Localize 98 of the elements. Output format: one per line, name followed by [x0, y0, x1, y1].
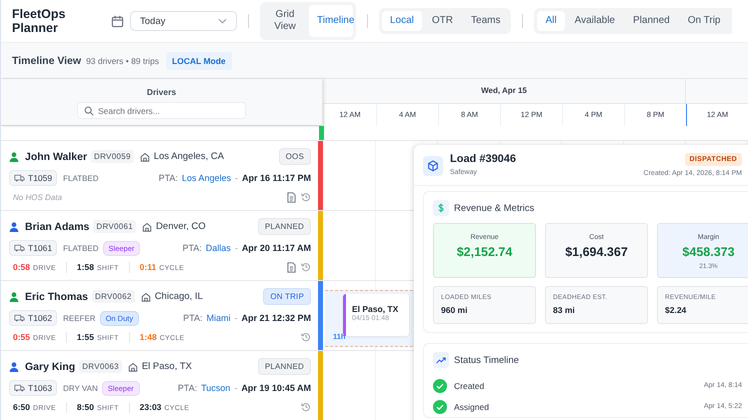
- separator: -: [234, 383, 238, 393]
- dollar-icon: [433, 200, 449, 216]
- hos-value: 0:55: [13, 332, 30, 342]
- mode-tab[interactable]: OTR: [424, 11, 462, 31]
- equipment-type: FLATBED: [63, 244, 99, 252]
- driver-name: Brian Adams: [25, 220, 90, 232]
- driver-id: DRV0062: [92, 290, 135, 303]
- hos-value: 1:58: [76, 262, 94, 272]
- status-filter-tab[interactable]: All: [537, 11, 565, 31]
- history-icon[interactable]: [301, 192, 312, 202]
- history-icon[interactable]: [301, 262, 312, 272]
- truck-number: T1062: [28, 313, 52, 323]
- pta-label: PTA:: [158, 173, 178, 183]
- app-title: FleetOps Planner: [12, 7, 66, 35]
- view-tab[interactable]: Grid View: [263, 5, 307, 37]
- home-icon: [140, 292, 151, 302]
- status-filter-tab[interactable]: Available: [566, 11, 623, 31]
- metric-value: $1,694.367: [565, 245, 628, 259]
- hos-value: 0:58: [13, 262, 30, 272]
- event-label: Created: [454, 380, 484, 390]
- home-city: Denver, CO: [156, 221, 206, 232]
- date-select[interactable]: Today: [130, 11, 237, 31]
- load-title: Load #39046: [450, 153, 516, 165]
- hos-value: 1:48: [140, 332, 157, 342]
- pta-time: Apr 16 11:17 PM: [242, 173, 312, 183]
- date-heading: Wed, Apr 15: [323, 79, 686, 103]
- hos-value: 6:50: [13, 402, 30, 412]
- history-icon[interactable]: [301, 402, 312, 412]
- hos-value: 23:03: [140, 402, 162, 412]
- truck-number: T1059: [28, 173, 52, 183]
- section-title: Revenue & Metrics: [454, 202, 534, 214]
- truck-icon: [14, 174, 25, 182]
- metric-value: $458.373: [682, 245, 735, 259]
- status-badge: PLANNED: [258, 218, 312, 235]
- history-icon[interactable]: [301, 332, 312, 342]
- separator: -: [234, 313, 238, 323]
- pta-city-link[interactable]: Dallas: [206, 243, 231, 253]
- equipment-type: DRY VAN: [63, 384, 98, 392]
- view-tab[interactable]: Timeline: [309, 5, 353, 37]
- truck-icon: [14, 314, 25, 322]
- mode-tab[interactable]: Local: [382, 11, 422, 31]
- hos-value: 8:50: [76, 402, 94, 412]
- mode-tab[interactable]: Teams: [463, 11, 508, 31]
- hos-value: 0:11: [140, 262, 156, 272]
- pta-time: Apr 20 11:17 AM: [242, 243, 312, 253]
- status-badge: ON TRIP: [263, 288, 312, 305]
- mode-badge: LOCAL Mode: [166, 52, 232, 70]
- separator: -: [234, 173, 238, 183]
- pta-city-link[interactable]: Tucson: [201, 383, 230, 393]
- truck-number: T1061: [28, 243, 52, 253]
- pta-time: Apr 19 10:45 AM: [241, 383, 312, 393]
- search-icon: [84, 106, 94, 116]
- pta-label: PTA:: [178, 383, 198, 393]
- home-icon: [128, 362, 138, 372]
- stat-value: $2.24: [665, 305, 688, 315]
- driver-id: DRV0059: [91, 150, 134, 163]
- separator: -: [234, 243, 238, 253]
- home-icon: [140, 152, 150, 162]
- home-city: Chicago, IL: [154, 291, 203, 302]
- status-badge: PLANNED: [258, 358, 312, 375]
- summary-counts: 93 drivers • 89 trips: [86, 56, 159, 66]
- pta-city-link[interactable]: Los Angeles: [182, 173, 231, 183]
- driver-name: Gary King: [25, 360, 76, 372]
- chevron-down-icon: [218, 18, 227, 24]
- status-filter-tab[interactable]: Planned: [625, 11, 678, 31]
- stat-value: 960 mi: [441, 305, 468, 315]
- event-label: Assigned: [454, 402, 489, 412]
- pta-label: PTA:: [183, 313, 202, 323]
- pta-time: Apr 21 12:32 PM: [241, 313, 312, 323]
- pta-city-link[interactable]: Miami: [206, 313, 230, 323]
- hos-value: 1:55: [76, 332, 94, 342]
- home-city: Los Angeles, CA: [154, 151, 224, 162]
- driver-name: John Walker: [25, 150, 88, 162]
- driver-id: DRV0063: [79, 360, 122, 373]
- truck-icon: [14, 384, 25, 392]
- truck-number: T1063: [28, 383, 52, 393]
- pta-label: PTA:: [182, 243, 202, 253]
- drivers-heading: Drivers: [146, 87, 176, 97]
- truck-icon: [14, 244, 25, 252]
- package-icon: [423, 156, 443, 176]
- view-title: Timeline View: [12, 54, 82, 66]
- search-field[interactable]: Search drivers...: [77, 102, 246, 119]
- calendar-icon: [111, 14, 124, 28]
- driver-id: DRV0061: [93, 220, 136, 233]
- home-city: El Paso, TX: [142, 361, 192, 372]
- document-icon[interactable]: [287, 262, 296, 272]
- stat-value: 83 mi: [553, 305, 576, 315]
- section-title: Status Timeline: [454, 354, 519, 366]
- status-badge: OOS: [278, 148, 312, 165]
- hos-note: No HOS Data: [13, 192, 62, 202]
- equipment-type: REEFER: [63, 314, 96, 322]
- metric-value: $2,152.74: [456, 245, 512, 259]
- equipment-type: FLATBED: [63, 174, 99, 182]
- trend-icon: [433, 352, 449, 368]
- status-filter-tab[interactable]: On Trip: [680, 11, 728, 31]
- document-icon[interactable]: [287, 192, 296, 202]
- home-icon: [142, 222, 152, 232]
- driver-name: Eric Thomas: [25, 290, 88, 302]
